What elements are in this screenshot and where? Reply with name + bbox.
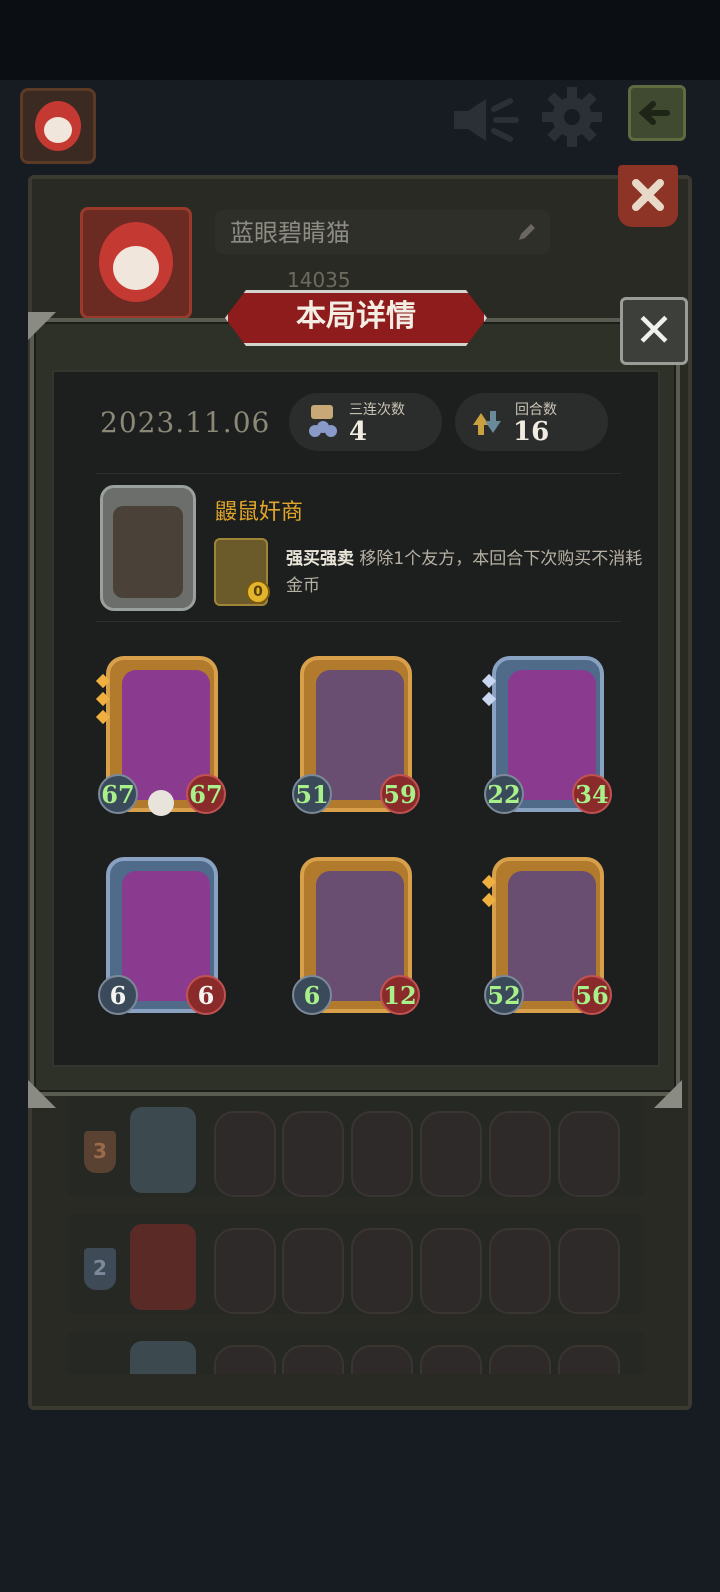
history-unit bbox=[489, 1111, 551, 1197]
unit-card[interactable]: 6 6 bbox=[98, 857, 226, 1017]
unit-health: 67 bbox=[186, 774, 226, 814]
unit-attack: 22 bbox=[484, 774, 524, 814]
rounds-icon bbox=[473, 411, 501, 435]
player-score: 14035 bbox=[287, 268, 351, 292]
unit-health: 12 bbox=[380, 975, 420, 1015]
rank-badge: 3 bbox=[84, 1131, 116, 1173]
history-unit bbox=[351, 1111, 413, 1197]
player-name: 蓝眼碧睛猫 bbox=[230, 219, 350, 247]
unit-card[interactable]: 51 59 bbox=[292, 656, 420, 816]
close-icon bbox=[632, 179, 664, 211]
history-row[interactable]: 3 bbox=[68, 1097, 644, 1197]
unit-card[interactable]: 6 12 bbox=[292, 857, 420, 1017]
edit-icon[interactable] bbox=[515, 220, 539, 244]
triple-label: 三连次数 bbox=[349, 402, 405, 418]
history-unit bbox=[282, 1228, 344, 1314]
unit-card[interactable]: 67 67 bbox=[95, 656, 226, 816]
history-unit bbox=[282, 1345, 344, 1374]
history-unit bbox=[420, 1228, 482, 1314]
rank-badge: 2 bbox=[84, 1248, 116, 1290]
profile-avatar bbox=[80, 207, 192, 319]
history-unit bbox=[420, 1111, 482, 1197]
avatar-face bbox=[35, 101, 81, 151]
gear-icon[interactable] bbox=[540, 85, 604, 149]
avatar-face bbox=[99, 222, 173, 302]
history-unit bbox=[282, 1111, 344, 1197]
skill-name: 强买强卖 bbox=[286, 549, 354, 569]
history-unit bbox=[558, 1111, 620, 1197]
speaker-icon[interactable] bbox=[450, 95, 520, 145]
arrow-left-icon bbox=[638, 101, 670, 125]
divider bbox=[96, 473, 621, 474]
hero-portrait[interactable] bbox=[100, 485, 196, 611]
history-unit bbox=[489, 1345, 551, 1374]
dialog-title: 本局详情 bbox=[296, 299, 416, 334]
triple-icon bbox=[309, 405, 337, 437]
history-hero bbox=[130, 1224, 196, 1310]
history-unit bbox=[214, 1345, 276, 1374]
history-unit bbox=[351, 1228, 413, 1314]
unit-health: 34 bbox=[572, 774, 612, 814]
unit-card[interactable]: 52 56 bbox=[481, 857, 612, 1017]
history-unit bbox=[558, 1345, 620, 1374]
unit-attack: 6 bbox=[98, 975, 138, 1015]
history-row[interactable] bbox=[68, 1331, 644, 1374]
history-unit bbox=[214, 1111, 276, 1197]
divider bbox=[96, 621, 621, 622]
exit-icon[interactable] bbox=[628, 85, 686, 141]
history-hero bbox=[130, 1107, 196, 1193]
history-unit bbox=[420, 1345, 482, 1374]
triple-count-pill: 三连次数 4 bbox=[289, 393, 442, 451]
close-button[interactable]: ✕ bbox=[620, 297, 688, 365]
unit-attack: 51 bbox=[292, 774, 332, 814]
history-unit bbox=[351, 1345, 413, 1374]
unit-attack: 67 bbox=[98, 774, 138, 814]
round-count-pill: 回合数 16 bbox=[455, 393, 608, 451]
skill-cost-coin: 0 bbox=[246, 580, 270, 604]
rounds-value: 16 bbox=[513, 417, 550, 447]
unit-health: 59 bbox=[380, 774, 420, 814]
unit-attack: 6 bbox=[292, 975, 332, 1015]
history-row[interactable]: 2 bbox=[68, 1214, 644, 1314]
player-avatar-button[interactable] bbox=[20, 88, 96, 164]
history-unit bbox=[214, 1228, 276, 1314]
profile-close-button[interactable] bbox=[618, 165, 678, 227]
triple-value: 4 bbox=[349, 417, 368, 447]
rounds-label: 回合数 bbox=[515, 402, 557, 418]
unit-attack: 52 bbox=[484, 975, 524, 1015]
hero-name: 鼹鼠奸商 bbox=[215, 500, 304, 525]
unit-health: 6 bbox=[186, 975, 226, 1015]
unit-card[interactable]: 22 34 bbox=[481, 656, 612, 816]
unit-health: 56 bbox=[572, 975, 612, 1015]
match-date: 2023.11.06 bbox=[100, 406, 271, 439]
skull-icon bbox=[148, 790, 174, 816]
history-hero bbox=[130, 1341, 196, 1374]
skill-description: 强买强卖 移除1个友方，本回合下次购买不消耗金币 bbox=[286, 546, 646, 600]
top-bar bbox=[0, 0, 720, 80]
history-unit bbox=[558, 1228, 620, 1314]
history-unit bbox=[489, 1228, 551, 1314]
